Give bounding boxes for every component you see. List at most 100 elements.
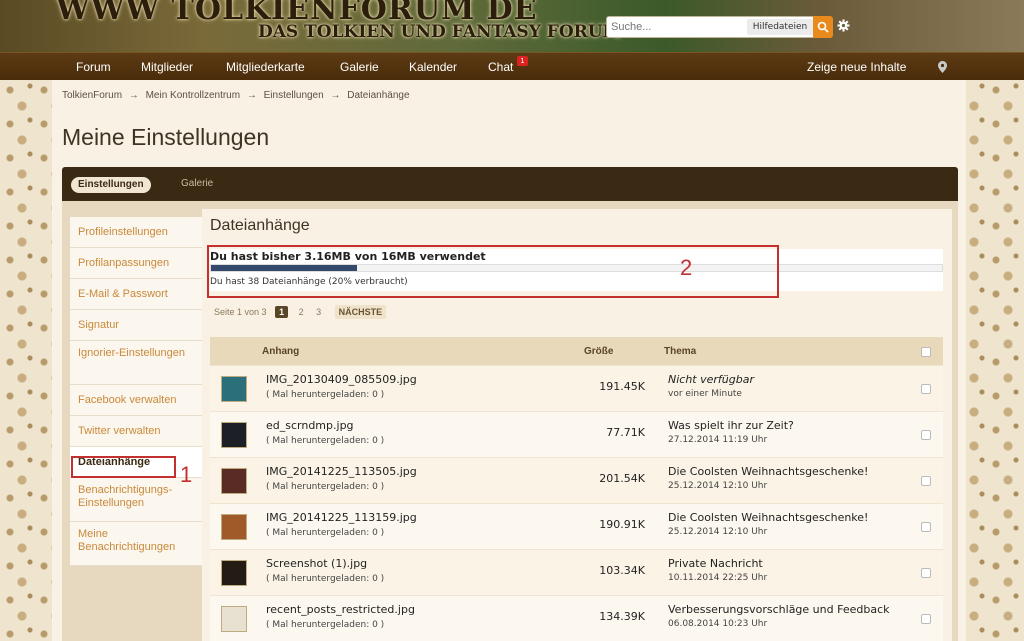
attachment-filename[interactable]: IMG_20130409_085509.jpg xyxy=(266,373,417,386)
breadcrumb-control-center[interactable]: Mein Kontrollzentrum xyxy=(146,90,240,101)
attachment-thumbnail[interactable] xyxy=(221,468,247,494)
search-input[interactable] xyxy=(609,18,745,36)
header-size: Größe xyxy=(584,346,614,357)
nav-forum[interactable]: Forum xyxy=(76,60,111,74)
attachment-thumbnail[interactable] xyxy=(221,376,247,402)
table-row: recent_posts_restricted.jpg ( Mal herunte… xyxy=(210,595,943,641)
breadcrumb: TolkienForum → Mein Kontrollzentrum → Ei… xyxy=(62,90,414,101)
header-topic: Thema xyxy=(664,346,697,357)
page-title: Meine Einstellungen xyxy=(62,124,270,150)
attachment-topic[interactable]: Was spielt ihr zur Zeit? xyxy=(668,419,794,432)
attachment-topic[interactable]: Die Coolsten Weihnachtsgeschenke! xyxy=(668,511,868,524)
main-nav: Forum Mitglieder Mitgliederkarte Galerie… xyxy=(0,52,1024,80)
sidebar-item-profile-customization[interactable]: Profilanpassungen xyxy=(70,248,202,279)
attachment-size: 134.39K xyxy=(599,610,645,623)
sidebar-item-email-password[interactable]: E-Mail & Passwort xyxy=(70,279,202,310)
settings-sidebar: Profileinstellungen Profilanpassungen E-… xyxy=(70,217,202,566)
row-checkbox[interactable] xyxy=(921,476,931,486)
search-button[interactable] xyxy=(813,16,833,38)
sidebar-item-signature[interactable]: Signatur xyxy=(70,310,202,341)
attachment-date: 10.11.2014 22:25 Uhr xyxy=(668,573,768,583)
nav-gallery[interactable]: Galerie xyxy=(340,60,379,74)
attachment-date: 25.12.2014 12:10 Uhr xyxy=(668,481,768,491)
attachment-size: 103.34K xyxy=(599,564,645,577)
row-checkbox[interactable] xyxy=(921,522,931,532)
annotation-number-2: 2 xyxy=(680,255,693,280)
breadcrumb-arrow: → xyxy=(246,90,257,101)
download-count: ( Mal heruntergeladen: 0 ) xyxy=(266,482,385,492)
page-current: 1 xyxy=(275,306,289,318)
attachments-table: Anhang Größe Thema IMG_20130409_085509.j… xyxy=(210,337,943,641)
annotation-box-1 xyxy=(71,456,176,478)
site-logo-subtitle: DAS TOLKIEN UND FANTASY FORUM xyxy=(258,22,622,42)
nav-calendar[interactable]: Kalender xyxy=(409,60,457,74)
page-label: Seite 1 von 3 xyxy=(214,307,267,317)
main-container: TolkienForum → Mein Kontrollzentrum → Ei… xyxy=(52,80,966,641)
breadcrumb-arrow: → xyxy=(330,90,341,101)
sidebar-item-profile-settings[interactable]: Profileinstellungen xyxy=(70,217,202,248)
header-attachment: Anhang xyxy=(262,346,300,357)
attachment-size: 77.71K xyxy=(606,426,645,439)
nav-new-content[interactable]: Zeige neue Inhalte xyxy=(807,60,906,74)
attachment-thumbnail[interactable] xyxy=(221,560,247,586)
page-link[interactable]: 2 xyxy=(299,307,304,317)
attachment-thumbnail[interactable] xyxy=(221,514,247,540)
next-page-button[interactable]: NÄCHSTE xyxy=(334,305,387,319)
attachment-filename[interactable]: Screenshot (1).jpg xyxy=(266,557,367,570)
sidebar-item-twitter[interactable]: Twitter verwalten xyxy=(70,416,202,447)
breadcrumb-settings[interactable]: Einstellungen xyxy=(264,90,324,101)
chat-badge: 1 xyxy=(517,56,528,66)
attachment-filename[interactable]: recent_posts_restricted.jpg xyxy=(266,603,415,616)
gear-icon[interactable] xyxy=(837,19,850,32)
table-body: IMG_20130409_085509.jpg ( Mal heruntergel… xyxy=(210,365,943,641)
breadcrumb-attachments[interactable]: Dateianhänge xyxy=(347,90,409,101)
tab-settings[interactable]: Einstellungen xyxy=(71,177,151,193)
sidebar-item-ignore-settings[interactable]: Ignorier-Einstellungen xyxy=(70,341,202,385)
table-row: IMG_20141225_113159.jpg ( Mal heruntergel… xyxy=(210,503,943,549)
map-pin-icon[interactable] xyxy=(938,61,947,73)
settings-tabbar: Einstellungen Galerie xyxy=(62,167,958,201)
row-checkbox[interactable] xyxy=(921,430,931,440)
row-checkbox[interactable] xyxy=(921,614,931,624)
attachment-filename[interactable]: IMG_20141225_113159.jpg xyxy=(266,511,417,524)
attachment-size: 201.54K xyxy=(599,472,645,485)
breadcrumb-home[interactable]: TolkienForum xyxy=(62,90,122,101)
site-header: WWW TOLKIENFORUM DE DAS TOLKIEN UND FANT… xyxy=(0,0,1024,52)
attachment-filename[interactable]: ed_scrndmp.jpg xyxy=(266,419,354,432)
attachment-date: 27.12.2014 11:19 Uhr xyxy=(668,435,768,445)
pagination: Seite 1 von 3 1 2 3 NÄCHSTE xyxy=(214,305,387,321)
attachment-date: vor einer Minute xyxy=(668,389,742,399)
nav-members[interactable]: Mitglieder xyxy=(141,60,193,74)
attachment-filename[interactable]: IMG_20141225_113505.jpg xyxy=(266,465,417,478)
attachment-topic: Nicht verfügbar xyxy=(668,373,754,386)
breadcrumb-arrow: → xyxy=(128,90,139,101)
search-box: Hilfedateien xyxy=(606,16,833,38)
sidebar-item-facebook[interactable]: Facebook verwalten xyxy=(70,385,202,416)
table-row: Screenshot (1).jpg ( Mal heruntergeladen:… xyxy=(210,549,943,595)
row-checkbox[interactable] xyxy=(921,384,931,394)
attachment-thumbnail[interactable] xyxy=(221,422,247,448)
attachment-size: 190.91K xyxy=(599,518,645,531)
annotation-box-2 xyxy=(207,245,779,298)
table-header: Anhang Größe Thema xyxy=(210,337,943,365)
row-checkbox[interactable] xyxy=(921,568,931,578)
download-count: ( Mal heruntergeladen: 0 ) xyxy=(266,620,385,630)
table-row: IMG_20130409_085509.jpg ( Mal heruntergel… xyxy=(210,365,943,411)
nav-member-map[interactable]: Mitgliederkarte xyxy=(226,60,305,74)
attachment-topic[interactable]: Private Nachricht xyxy=(668,557,763,570)
page-link[interactable]: 3 xyxy=(316,307,321,317)
annotation-number-1: 1 xyxy=(180,462,193,487)
sidebar-item-my-notifications[interactable]: Meine Benachrichtigungen xyxy=(70,522,202,566)
attachment-date: 06.08.2014 10:23 Uhr xyxy=(668,619,768,629)
attachment-topic[interactable]: Die Coolsten Weihnachtsgeschenke! xyxy=(668,465,868,478)
search-icon xyxy=(817,21,829,33)
select-all-checkbox[interactable] xyxy=(921,347,931,357)
attachment-thumbnail[interactable] xyxy=(221,606,247,632)
attachment-size: 191.45K xyxy=(599,380,645,393)
nav-chat[interactable]: Chat xyxy=(488,60,513,74)
tab-gallery[interactable]: Galerie xyxy=(181,178,213,189)
download-count: ( Mal heruntergeladen: 0 ) xyxy=(266,390,385,400)
attachment-date: 25.12.2014 12:10 Uhr xyxy=(668,527,768,537)
help-files-button[interactable]: Hilfedateien xyxy=(747,19,813,35)
attachment-topic[interactable]: Verbesserungsvorschläge und Feedback xyxy=(668,603,889,616)
